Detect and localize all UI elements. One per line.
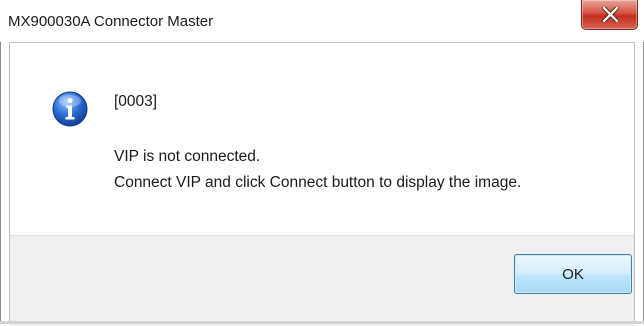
button-pane: OK [10,235,634,326]
message-dialog: MX900030A Connector Master [0003] VIP is… [0,0,644,326]
message-pane: [0003] VIP is not connected. Connect VIP… [10,43,634,235]
error-code: [0003] [114,93,158,110]
dialog-body: [0003] VIP is not connected. Connect VIP… [9,42,635,326]
window-title: MX900030A Connector Master [8,13,214,30]
close-button[interactable] [581,0,638,30]
info-icon [52,91,88,127]
ok-button[interactable]: OK [514,254,632,294]
close-icon [602,7,619,22]
title-bar[interactable]: MX900030A Connector Master [0,0,644,42]
message-line-1: VIP is not connected. [114,148,261,165]
message-line-2: Connect VIP and click Connect button to … [114,174,522,191]
